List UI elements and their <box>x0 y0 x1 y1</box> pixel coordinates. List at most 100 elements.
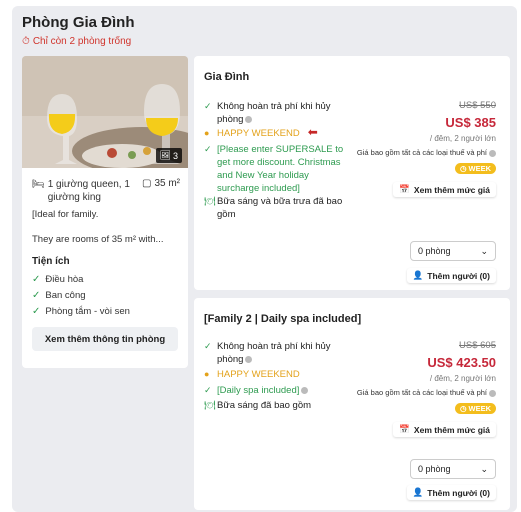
badge-text: WEEK <box>468 164 492 173</box>
info-icon[interactable] <box>245 115 253 123</box>
check-icon: ✓ <box>204 385 212 395</box>
room-size: ▢ 35 m² <box>142 178 180 189</box>
current-price: US$ 385 <box>445 115 496 130</box>
room-description-line1: [Ideal for family. <box>32 209 99 220</box>
photo-count-badge[interactable]: 🖼 3 <box>155 148 182 163</box>
select-value: 0 phòng <box>418 464 451 474</box>
room-quantity-select[interactable]: 0 phòng ⌄ <box>410 459 496 479</box>
rate-feature: ✓ Không hoàn trả phí khi hủy phòng <box>204 340 352 366</box>
deal-text: HAPPY WEEKEND <box>217 128 300 139</box>
promo-text: [Daily spa included] <box>217 385 300 396</box>
check-icon: ✓ <box>204 101 212 111</box>
calendar-icon: 📅 <box>399 184 410 194</box>
rate-feature-meal: 🍽 Bữa sáng và bữa trưa đã bao gồm <box>204 195 352 221</box>
amenities-title: Tiện ích <box>32 256 70 267</box>
photo-count: 3 <box>172 150 178 161</box>
feature-text: [Daily spa included] <box>217 384 309 397</box>
week-badge: ◷ WEEK <box>454 163 496 174</box>
tax-note-text: Giá bao gồm tất cả các loại thuế và phí <box>356 148 487 157</box>
week-badge: ◷ WEEK <box>454 403 496 414</box>
room-photo[interactable]: 🖼 3 <box>22 56 188 168</box>
rate-feature: ✓ Không hoàn trả phí khi hủy phòng <box>204 100 352 126</box>
rate-feature-meal: 🍽 Bữa sáng đã bao gồm <box>204 399 352 412</box>
rate-card: Gia Đình ✓ Không hoàn trả phí khi hủy ph… <box>194 56 510 290</box>
bed-info: 🛏 1 giường queen, 1 giường king <box>32 178 137 204</box>
availability-note: ⏱ Chỉ còn 2 phòng trống <box>22 36 131 47</box>
room-quantity-select[interactable]: 0 phòng ⌄ <box>410 241 496 261</box>
room-panel: Phòng Gia Đình ⏱ Chỉ còn 2 phòng trống 🖼… <box>12 6 517 512</box>
rate-feature: ✓ [Please enter SUPERSALE to get more di… <box>204 143 352 195</box>
image-icon: 🖼 <box>159 150 171 160</box>
availability-text: Chỉ còn 2 phòng trống <box>32 36 132 47</box>
deal-icon: ● <box>204 369 210 379</box>
amenity-item: ✓ Điều hòa <box>32 274 83 285</box>
info-icon[interactable] <box>245 355 253 363</box>
check-icon: ✓ <box>204 144 212 154</box>
bed-icon: 🛏 <box>32 179 45 190</box>
more-prices-button[interactable]: 📅 Xem thêm mức giá <box>393 182 496 197</box>
room-title: Phòng Gia Đình <box>22 14 135 31</box>
amenity-label: Phòng tắm - vòi sen <box>45 306 130 317</box>
check-icon: ✓ <box>204 341 212 351</box>
add-guest-label: Thêm người (0) <box>427 270 490 281</box>
amenity-item: ✓ Phòng tắm - vòi sen <box>32 306 130 317</box>
amenity-label: Ban công <box>45 290 86 301</box>
meal-text: Bữa sáng đã bao gồm <box>217 400 312 411</box>
original-price: US$ 605 <box>459 340 496 351</box>
original-price: US$ 550 <box>459 100 496 111</box>
rate-card: [Family 2 | Daily spa included] ✓ Không … <box>194 298 510 510</box>
size-icon: ▢ <box>142 178 152 189</box>
add-guest-button[interactable]: 👤 Thêm người (0) <box>406 485 496 500</box>
feature-text: Không hoàn trả phí khi hủy phòng <box>217 340 352 366</box>
price-unit: / đêm, 2 người lớn <box>429 374 496 383</box>
info-icon[interactable] <box>489 389 496 397</box>
info-icon[interactable] <box>301 386 309 394</box>
clock-icon: ◷ <box>459 404 467 413</box>
more-prices-label: Xem thêm mức giá <box>413 184 490 195</box>
room-info-card: 🖼 3 🛏 1 giường queen, 1 giường king ▢ 35… <box>22 56 188 368</box>
add-person-icon: 👤 <box>412 487 424 497</box>
timer-icon: ⏱ <box>22 36 30 47</box>
rate-title: [Family 2 | Daily spa included] <box>204 313 362 325</box>
check-icon: ✓ <box>32 306 41 317</box>
amenity-label: Điều hòa <box>45 274 84 285</box>
amenity-item: ✓ Ban công <box>32 290 86 301</box>
meal-text: Bữa sáng và bữa trưa đã bao gồm <box>217 196 343 220</box>
deal-text: HAPPY WEEKEND <box>217 369 300 380</box>
tax-note-text: Giá bao gồm tất cả các loại thuế và phí <box>356 388 487 397</box>
chevron-down-icon: ⌄ <box>480 245 488 256</box>
feature-text: Không hoàn trả phí khi hủy phòng <box>217 100 352 126</box>
add-guest-button[interactable]: 👤 Thêm người (0) <box>406 268 496 283</box>
price-unit: / đêm, 2 người lớn <box>429 134 496 143</box>
add-guest-label: Thêm người (0) <box>427 487 490 498</box>
check-icon: ✓ <box>32 274 41 285</box>
rate-feature: ✓ [Daily spa included] <box>204 384 352 397</box>
cancellation-policy: Không hoàn trả phí khi hủy phòng <box>217 101 331 125</box>
cancellation-policy: Không hoàn trả phí khi hủy phòng <box>217 341 331 365</box>
more-prices-button[interactable]: 📅 Xem thêm mức giá <box>393 422 496 437</box>
meal-icon: 🍽 <box>204 196 216 206</box>
more-prices-label: Xem thêm mức giá <box>413 424 490 435</box>
check-icon: ✓ <box>32 290 41 301</box>
arrow-left-icon: ⬅ <box>307 125 318 139</box>
chevron-down-icon: ⌄ <box>480 463 488 474</box>
rate-title: Gia Đình <box>204 71 250 83</box>
deal-icon: ● <box>204 128 210 138</box>
calendar-icon: 📅 <box>399 424 410 434</box>
select-value: 0 phòng <box>418 246 451 256</box>
clock-icon: ◷ <box>459 164 467 173</box>
more-room-info-button[interactable]: Xem thêm thông tin phòng <box>32 327 178 351</box>
rate-feature-deal: ● HAPPY WEEKEND ⬅ <box>204 125 352 140</box>
size-text: 35 m² <box>154 178 181 189</box>
room-listing: Phòng Gia Đình ⏱ Chỉ còn 2 phòng trống 🖼… <box>0 0 521 512</box>
info-icon[interactable] <box>489 149 496 157</box>
bed-text: 1 giường queen, 1 giường king <box>47 179 130 203</box>
room-description-line2: They are rooms of 35 m² with... <box>32 234 164 245</box>
tax-note: Giá bao gồm tất cả các loại thuế và phí <box>357 148 496 157</box>
badge-text: WEEK <box>468 404 492 413</box>
promo-text: [Please enter SUPERSALE to get more disc… <box>217 144 344 194</box>
tax-note: Giá bao gồm tất cả các loại thuế và phí <box>357 388 496 397</box>
current-price: US$ 423.50 <box>427 355 496 370</box>
add-person-icon: 👤 <box>412 270 424 280</box>
meal-icon: 🍽 <box>204 400 216 410</box>
